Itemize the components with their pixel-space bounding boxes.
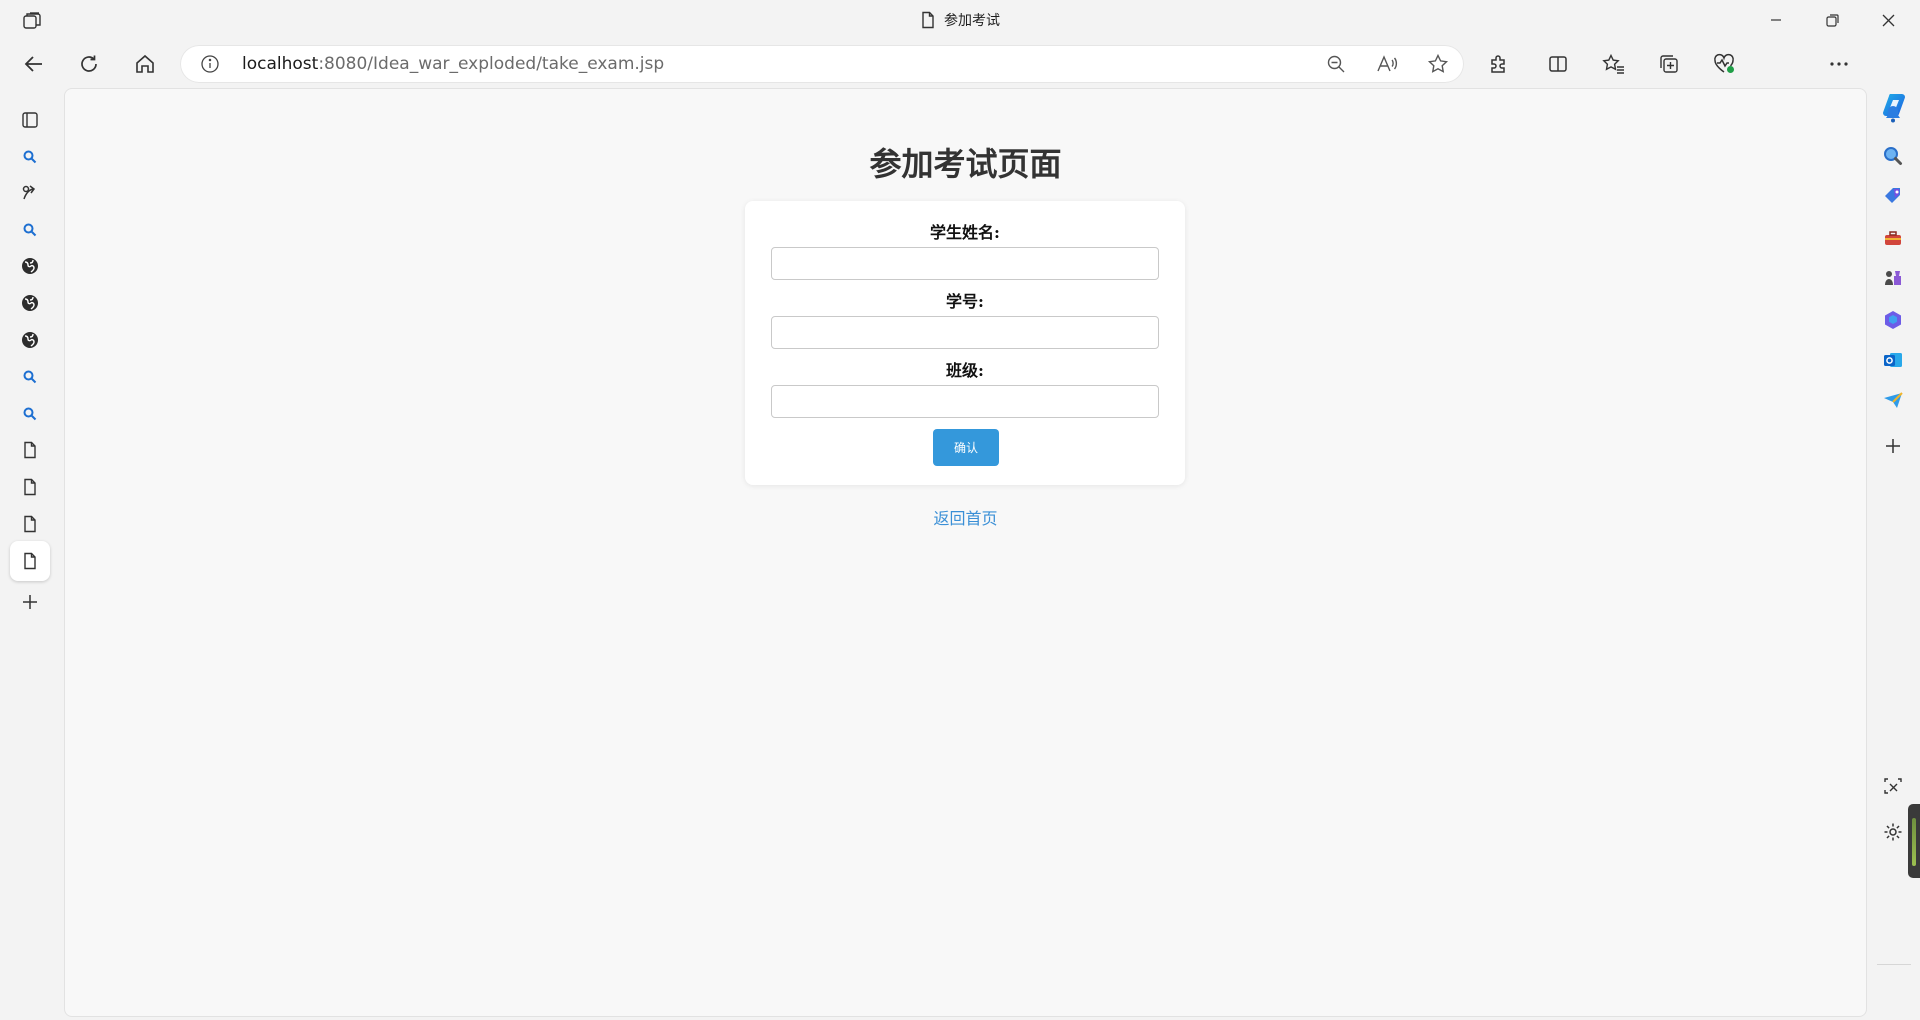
page-icon (22, 441, 38, 459)
vertical-tab-6[interactable] (10, 283, 50, 323)
search-icon (22, 222, 38, 238)
student-id-label: 学号: (946, 292, 984, 311)
address-bar[interactable]: localhost:8080/Idea_war_exploded/take_ex… (180, 45, 1464, 83)
vertical-tab-13[interactable] (10, 541, 50, 581)
browser-essentials-button[interactable] (1706, 46, 1742, 82)
sidebar-shopping-tag-button[interactable] (1875, 178, 1911, 214)
restore-button[interactable] (1804, 0, 1860, 40)
home-icon (134, 53, 156, 75)
sidebar-divider (1877, 964, 1911, 965)
toolbox-icon (1882, 227, 1904, 249)
exam-form-card: 学生姓名: 学号: 班级: 确认 (745, 201, 1185, 485)
home-button[interactable] (127, 46, 163, 82)
close-button[interactable] (1860, 0, 1916, 40)
page-viewport: 参加考试页面 学生姓名: 学号: 班级: 确认 返回首页 (64, 88, 1867, 1017)
vertical-tab-11[interactable] (10, 467, 50, 507)
favorite-star-icon[interactable] (1424, 50, 1452, 78)
confirm-button[interactable]: 确认 (933, 429, 999, 466)
student-name-input[interactable] (771, 247, 1159, 280)
url-text[interactable]: localhost:8080/Idea_war_exploded/take_ex… (242, 45, 664, 83)
title-bar: 参加考试 (0, 0, 1920, 40)
favorites-icon (1602, 53, 1626, 75)
outlook-icon (1882, 349, 1904, 371)
vertical-tab-12[interactable] (10, 504, 50, 544)
vertical-tab-10[interactable] (10, 430, 50, 470)
settings-icon (1882, 821, 1904, 843)
vertical-tab-8[interactable] (10, 357, 50, 397)
tab-list-icon (20, 110, 40, 130)
sidebar-scroll-handle[interactable] (1908, 804, 1920, 878)
tab-title[interactable]: 参加考试 (944, 10, 1000, 30)
send-icon (1882, 389, 1904, 411)
extensions-button[interactable] (1481, 46, 1517, 82)
games-icon (1882, 267, 1904, 289)
info-icon[interactable] (198, 52, 222, 76)
vertical-tab-9[interactable] (10, 394, 50, 434)
page-title: 参加考试页面 (869, 145, 1062, 183)
add-icon (1883, 436, 1903, 456)
search-icon (22, 406, 38, 422)
favorites-button[interactable] (1596, 46, 1632, 82)
browser-toolbar: localhost:8080/Idea_war_exploded/take_ex… (0, 40, 1920, 120)
new-tab-icon (20, 592, 40, 612)
refresh-button[interactable] (71, 46, 107, 82)
active-tab: 参加考试 (0, 0, 1920, 40)
student-id-input[interactable] (771, 316, 1159, 349)
back-button[interactable] (16, 46, 52, 82)
vertical-tab-7[interactable] (10, 320, 50, 360)
search-icon (1882, 145, 1904, 167)
sidebar-screenshot-button[interactable] (1875, 768, 1911, 804)
read-aloud-icon[interactable] (1373, 50, 1401, 78)
collections-button[interactable] (1651, 46, 1687, 82)
zoom-out-icon[interactable] (1322, 50, 1350, 78)
page-icon (22, 478, 38, 496)
sidebar-games-button[interactable] (1875, 260, 1911, 296)
sidebar-add-button[interactable] (1875, 428, 1911, 464)
search-icon (22, 369, 38, 385)
split-screen-button[interactable] (1540, 46, 1576, 82)
vertical-tab-1[interactable] (10, 100, 50, 140)
sidebar-settings-button[interactable] (1875, 814, 1911, 850)
extensions-icon (1488, 53, 1510, 75)
vertical-tab-4[interactable] (10, 210, 50, 250)
screenshot-icon (1882, 775, 1904, 797)
class-label: 班级: (946, 361, 984, 380)
refresh-icon (78, 53, 100, 75)
page-icon (22, 515, 38, 533)
back-icon (23, 53, 45, 75)
page-icon (920, 11, 936, 29)
class-input[interactable] (771, 385, 1159, 418)
vertical-tab-strip (0, 96, 62, 1020)
link-icon (20, 183, 40, 203)
student-name-label: 学生姓名: (930, 223, 1000, 242)
sidebar-bell-button[interactable] (1875, 96, 1911, 132)
minimize-button[interactable] (1748, 0, 1804, 40)
page-icon (22, 552, 38, 570)
browser-essentials-icon (1712, 53, 1736, 75)
sidebar-m365-button[interactable] (1875, 302, 1911, 338)
m365-icon (1882, 309, 1904, 331)
back-to-home-link[interactable]: 返回首页 (65, 505, 1866, 529)
sidebar-outlook-button[interactable] (1875, 342, 1911, 378)
bell-icon (1882, 103, 1904, 125)
right-sidebar (1866, 96, 1920, 1020)
new-tab-button[interactable] (10, 582, 50, 622)
tab-actions-icon[interactable] (20, 9, 44, 33)
globe-icon (20, 256, 40, 276)
shopping-tag-icon (1882, 185, 1904, 207)
sidebar-send-button[interactable] (1875, 382, 1911, 418)
split-screen-icon (1547, 53, 1569, 75)
globe-icon (20, 293, 40, 313)
vertical-tab-2[interactable] (10, 137, 50, 177)
sidebar-toolbox-button[interactable] (1875, 220, 1911, 256)
more-button[interactable] (1821, 46, 1857, 82)
vertical-tab-3[interactable] (10, 173, 50, 213)
sidebar-search-button[interactable] (1875, 138, 1911, 174)
search-icon (22, 149, 38, 165)
collections-icon (1658, 53, 1680, 75)
vertical-tab-5[interactable] (10, 246, 50, 286)
more-icon (1829, 61, 1849, 67)
globe-icon (20, 330, 40, 350)
